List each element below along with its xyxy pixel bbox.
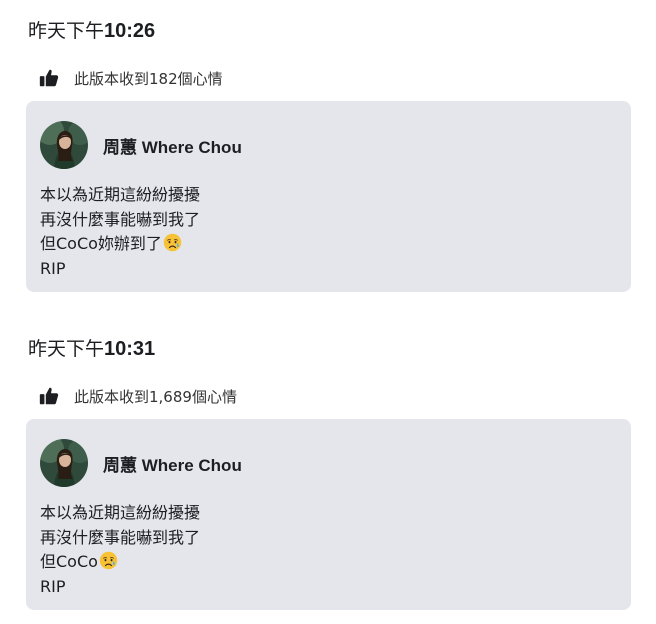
avatar[interactable]: [40, 121, 88, 169]
author-name[interactable]: 周蕙 Where Chou: [103, 451, 242, 476]
reaction-count-text: 此版本收到1,689個心情: [74, 387, 237, 406]
post-author: 周蕙 Where Chou: [40, 439, 242, 487]
post-line-with-emoji: 但CoCo妳辦到了: [40, 232, 200, 257]
revision-timestamp: 昨天下午10:31: [28, 335, 155, 363]
timestamp-time: 10:31: [104, 338, 156, 360]
post-line: 再沒什麼事能嚇到我了: [40, 209, 201, 229]
post-line: 再沒什麼事能嚇到我了: [40, 527, 201, 547]
timestamp-prefix: 昨天下午: [28, 20, 105, 42]
author-name[interactable]: 周蕙 Where Chou: [103, 133, 242, 158]
post-line: RIP: [40, 258, 66, 278]
sad-but-relieved-face-icon: [99, 551, 118, 570]
thumbs-up-icon: [38, 385, 60, 407]
timestamp-prefix: 昨天下午: [28, 338, 105, 360]
post-body: 本以為近期這紛紛擾擾 再沒什麼事能嚇到我了 但CoCo RIP: [40, 501, 200, 599]
post-line: RIP: [40, 576, 66, 596]
post-line: 本以為近期這紛紛擾擾: [40, 503, 201, 522]
timestamp-time: 10:26: [104, 20, 156, 42]
edit-history-page: 昨天下午10:26 此版本收到182個心情 周蕙 Where Chou 本以為近…: [0, 0, 656, 624]
revision-timestamp: 昨天下午10:26: [28, 17, 155, 45]
post-line-text: 但CoCo: [40, 552, 98, 571]
reaction-summary: 此版本收到182個心情: [38, 66, 223, 90]
post-card: 周蕙 Where Chou 本以為近期這紛紛擾擾 再沒什麼事能嚇到我了 但CoC…: [26, 419, 631, 610]
thumbs-up-icon: [38, 67, 60, 89]
post-author: 周蕙 Where Chou: [40, 121, 242, 169]
post-card: 周蕙 Where Chou 本以為近期這紛紛擾擾 再沒什麼事能嚇到我了 但CoC…: [26, 101, 631, 292]
reaction-count-text: 此版本收到182個心情: [74, 69, 223, 88]
post-line: 本以為近期這紛紛擾擾: [40, 185, 201, 204]
avatar[interactable]: [40, 439, 88, 487]
post-body: 本以為近期這紛紛擾擾 再沒什麼事能嚇到我了 但CoCo妳辦到了 RIP: [40, 183, 200, 281]
sad-but-relieved-face-icon: [163, 233, 182, 252]
post-line-with-emoji: 但CoCo: [40, 550, 200, 575]
reaction-summary: 此版本收到1,689個心情: [38, 384, 237, 408]
post-line-text: 但CoCo妳辦到了: [40, 234, 162, 253]
